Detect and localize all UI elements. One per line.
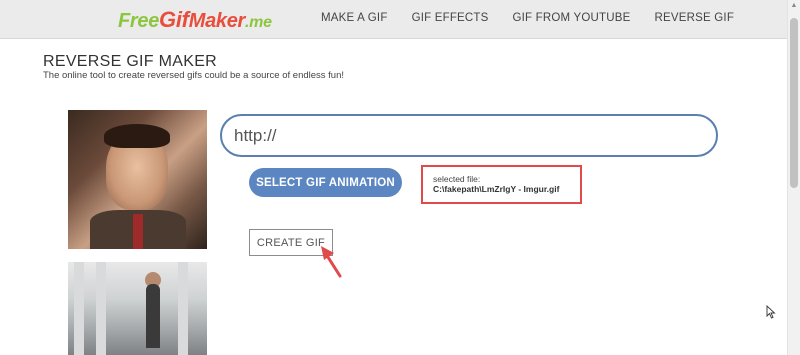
logo-gif-text: Gif xyxy=(159,7,189,32)
logo-free-text: Free xyxy=(118,10,160,32)
select-gif-animation-button[interactable]: SELECT GIF ANIMATION xyxy=(249,168,402,197)
page-scrollbar[interactable]: ▲ xyxy=(787,0,800,355)
nav-make-a-gif[interactable]: MAKE A GIF xyxy=(321,12,388,24)
mouse-cursor-icon xyxy=(766,305,776,319)
main-nav: MAKE A GIF GIF EFFECTS GIF FROM YOUTUBE … xyxy=(321,12,758,24)
selected-file-name: C:\fakepath\LmZrIgY - Imgur.gif xyxy=(433,184,560,194)
nav-reverse-gif[interactable]: REVERSE GIF xyxy=(655,12,735,24)
site-header: FreeGifMaker.me MAKE A GIF GIF EFFECTS G… xyxy=(0,0,788,39)
site-logo[interactable]: FreeGifMaker.me xyxy=(118,7,272,33)
selected-file-box: selected file: C:\fakepath\LmZrIgY - Img… xyxy=(421,165,582,204)
logo-me-text: .me xyxy=(245,14,272,31)
selected-file-label: selected file: xyxy=(433,174,481,184)
gif-preview-image-secondary xyxy=(68,262,207,355)
annotation-arrow-icon xyxy=(321,246,342,278)
scrollbar-thumb[interactable] xyxy=(790,18,798,188)
gif-preview-image xyxy=(68,110,207,249)
logo-maker-text: Maker xyxy=(188,10,246,32)
nav-gif-effects[interactable]: GIF EFFECTS xyxy=(412,12,489,24)
nav-gif-from-youtube[interactable]: GIF FROM YOUTUBE xyxy=(513,12,631,24)
gif-url-input[interactable] xyxy=(220,114,718,157)
scroll-up-icon[interactable]: ▲ xyxy=(790,2,798,10)
page-subtitle: The online tool to create reversed gifs … xyxy=(43,70,345,81)
page-title: REVERSE GIF MAKER xyxy=(43,53,218,70)
